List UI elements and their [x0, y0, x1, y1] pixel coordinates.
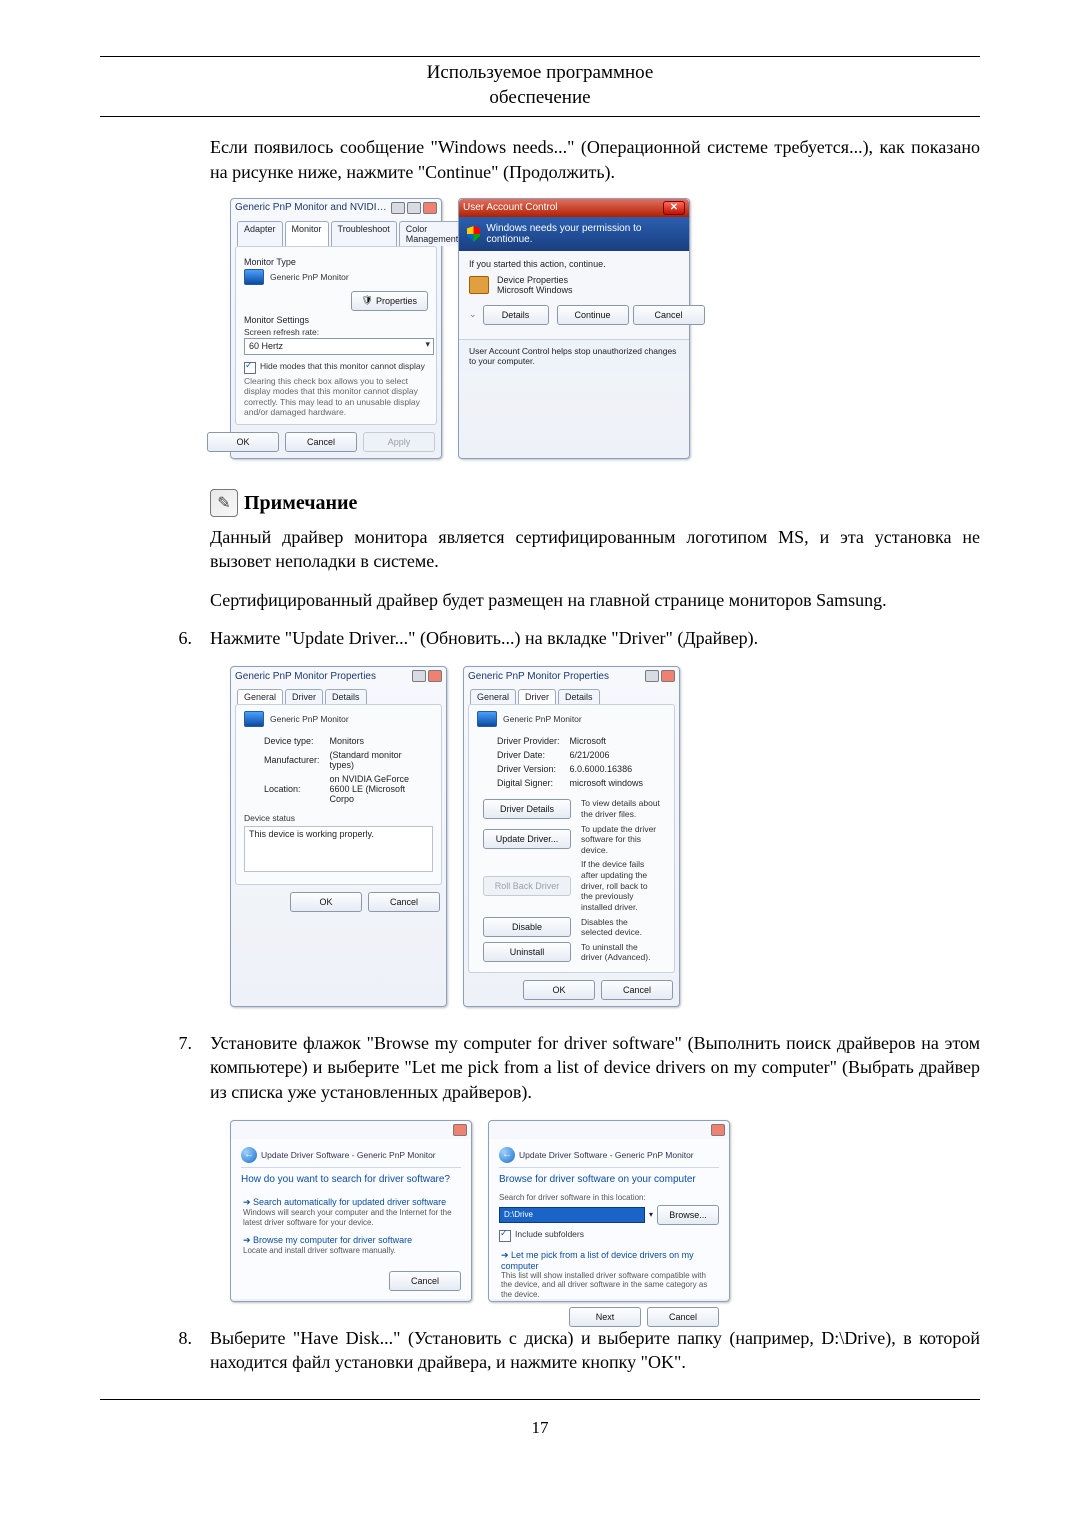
breadcrumb: Update Driver Software - Generic PnP Mon…: [519, 1150, 694, 1160]
browse-button[interactable]: Browse...: [657, 1205, 719, 1225]
hide-modes-checkbox[interactable]: [244, 362, 256, 374]
uac-banner: Windows needs your permission to contion…: [459, 217, 689, 251]
tab-general[interactable]: General: [237, 689, 283, 704]
tab-details[interactable]: Details: [558, 689, 600, 704]
option-let-me-pick[interactable]: ➔ Let me pick from a list of device driv…: [501, 1250, 717, 1300]
breadcrumb: Update Driver Software - Generic PnP Mon…: [261, 1150, 436, 1160]
cancel-button[interactable]: Cancel: [285, 432, 357, 452]
uac-line1: If you started this action, continue.: [469, 259, 679, 269]
back-icon[interactable]: ←: [499, 1147, 515, 1163]
content: Если появилось сообщение "Windows needs.…: [100, 117, 980, 1374]
shield-icon: [467, 226, 480, 242]
tab-general[interactable]: General: [470, 689, 516, 704]
rollback-driver-button: Roll Back Driver: [483, 876, 571, 896]
monitor-icon: [477, 711, 497, 727]
include-subfolders-row[interactable]: Include subfolders: [499, 1229, 719, 1242]
page-title: Используемое программное обеспечение: [100, 61, 980, 110]
note-paragraph-2: Сертифицированный драйвер будет размещен…: [210, 588, 980, 612]
next-button[interactable]: Next: [569, 1307, 641, 1327]
device-properties-icon: [469, 276, 489, 294]
tab-adapter[interactable]: Adapter: [237, 221, 283, 246]
tab-color-management[interactable]: Color Management: [399, 221, 466, 246]
ok-button[interactable]: OK: [523, 980, 595, 1000]
apply-button: Apply: [363, 432, 435, 452]
path-field[interactable]: D:\Drive: [499, 1207, 645, 1223]
tab-driver[interactable]: Driver: [518, 689, 556, 704]
back-icon[interactable]: ←: [241, 1147, 257, 1163]
uninstall-button[interactable]: Uninstall: [483, 942, 571, 962]
step-8: 8. Выберите "Have Disk..." (Установить с…: [170, 1326, 980, 1375]
hide-modes-note: Clearing this check box allows you to se…: [244, 376, 428, 419]
properties-button[interactable]: 🛡 Properties: [351, 291, 428, 311]
refresh-rate-select[interactable]: 60 Hertz: [244, 338, 434, 355]
close-icon[interactable]: ✕: [663, 201, 685, 215]
note-paragraph-1: Данный драйвер монитора является сертифи…: [210, 525, 980, 574]
details-button[interactable]: Details: [483, 305, 549, 325]
uac-prop-vendor: Microsoft Windows: [497, 285, 573, 295]
device-status-label: Device status: [244, 813, 433, 824]
monitor-properties-general: Generic PnP Monitor Properties General D…: [230, 666, 447, 1007]
chevron-down-icon[interactable]: ⌄: [469, 309, 477, 320]
display-properties-window: Generic PnP Monitor and NVIDIA GeForce 6…: [230, 198, 442, 459]
tab-details[interactable]: Details: [325, 689, 367, 704]
note-icon: ✎: [210, 489, 238, 517]
page-number: 17: [100, 1418, 980, 1438]
note-label: Примечание: [244, 492, 357, 515]
include-subfolders-checkbox[interactable]: [499, 1230, 511, 1242]
driver-details-button[interactable]: Driver Details: [483, 799, 571, 819]
refresh-rate-label: Screen refresh rate:: [244, 327, 428, 338]
uac-window: User Account Control ✕ Windows needs you…: [458, 198, 690, 459]
cancel-button[interactable]: Cancel: [368, 892, 440, 912]
window-controls[interactable]: [645, 670, 675, 682]
device-status-box: This device is working properly.: [244, 826, 433, 872]
tab-monitor[interactable]: Monitor: [285, 221, 329, 246]
wizard-heading: How do you want to search for driver sof…: [241, 1174, 461, 1185]
cancel-button[interactable]: Cancel: [633, 305, 705, 325]
titlebar: Generic PnP Monitor and NVIDIA GeForce 6…: [231, 199, 441, 217]
ok-button[interactable]: OK: [207, 432, 279, 452]
uac-titlebar: User Account Control ✕: [459, 199, 689, 217]
monitor-type-label: Monitor Type: [244, 257, 428, 267]
continue-button[interactable]: Continue: [557, 305, 629, 325]
monitor-name: Generic PnP Monitor: [270, 272, 349, 283]
wizard-heading: Browse for driver software on your compu…: [499, 1174, 719, 1185]
tab-driver[interactable]: Driver: [285, 689, 323, 704]
monitor-properties-driver: Generic PnP Monitor Properties General D…: [463, 666, 680, 1007]
cancel-button[interactable]: Cancel: [647, 1307, 719, 1327]
update-driver-button[interactable]: Update Driver...: [483, 829, 571, 849]
hide-modes-checkbox-row[interactable]: Hide modes that this monitor cannot disp…: [244, 361, 428, 374]
search-location-label: Search for driver software in this locat…: [499, 1193, 719, 1203]
monitor-icon: [244, 269, 264, 285]
uac-footer: User Account Control helps stop unauthor…: [459, 339, 689, 372]
update-driver-wizard-2: ← Update Driver Software - Generic PnP Mo…: [488, 1120, 730, 1302]
intro-paragraph: Если появилось сообщение "Windows needs.…: [210, 135, 980, 184]
window-controls[interactable]: [412, 670, 442, 682]
cancel-button[interactable]: Cancel: [389, 1271, 461, 1291]
cancel-button[interactable]: Cancel: [601, 980, 673, 1000]
uac-prop-title: Device Properties: [497, 275, 573, 285]
tab-troubleshoot[interactable]: Troubleshoot: [331, 221, 397, 246]
monitor-icon: [244, 711, 264, 727]
step-6: 6. Нажмите "Update Driver..." (Обновить.…: [170, 626, 980, 650]
ok-button[interactable]: OK: [290, 892, 362, 912]
window-controls[interactable]: [711, 1124, 725, 1136]
window-controls[interactable]: [453, 1124, 467, 1136]
disable-button[interactable]: Disable: [483, 917, 571, 937]
option-browse[interactable]: ➔ Browse my computer for driver software…: [243, 1235, 459, 1256]
monitor-settings-label: Monitor Settings: [244, 315, 428, 325]
window-controls[interactable]: [391, 202, 437, 214]
step-7: 7. Установите флажок "Browse my computer…: [170, 1031, 980, 1104]
update-driver-wizard-1: ← Update Driver Software - Generic PnP Mo…: [230, 1120, 472, 1302]
option-search-auto[interactable]: ➔ Search automatically for updated drive…: [243, 1197, 459, 1227]
